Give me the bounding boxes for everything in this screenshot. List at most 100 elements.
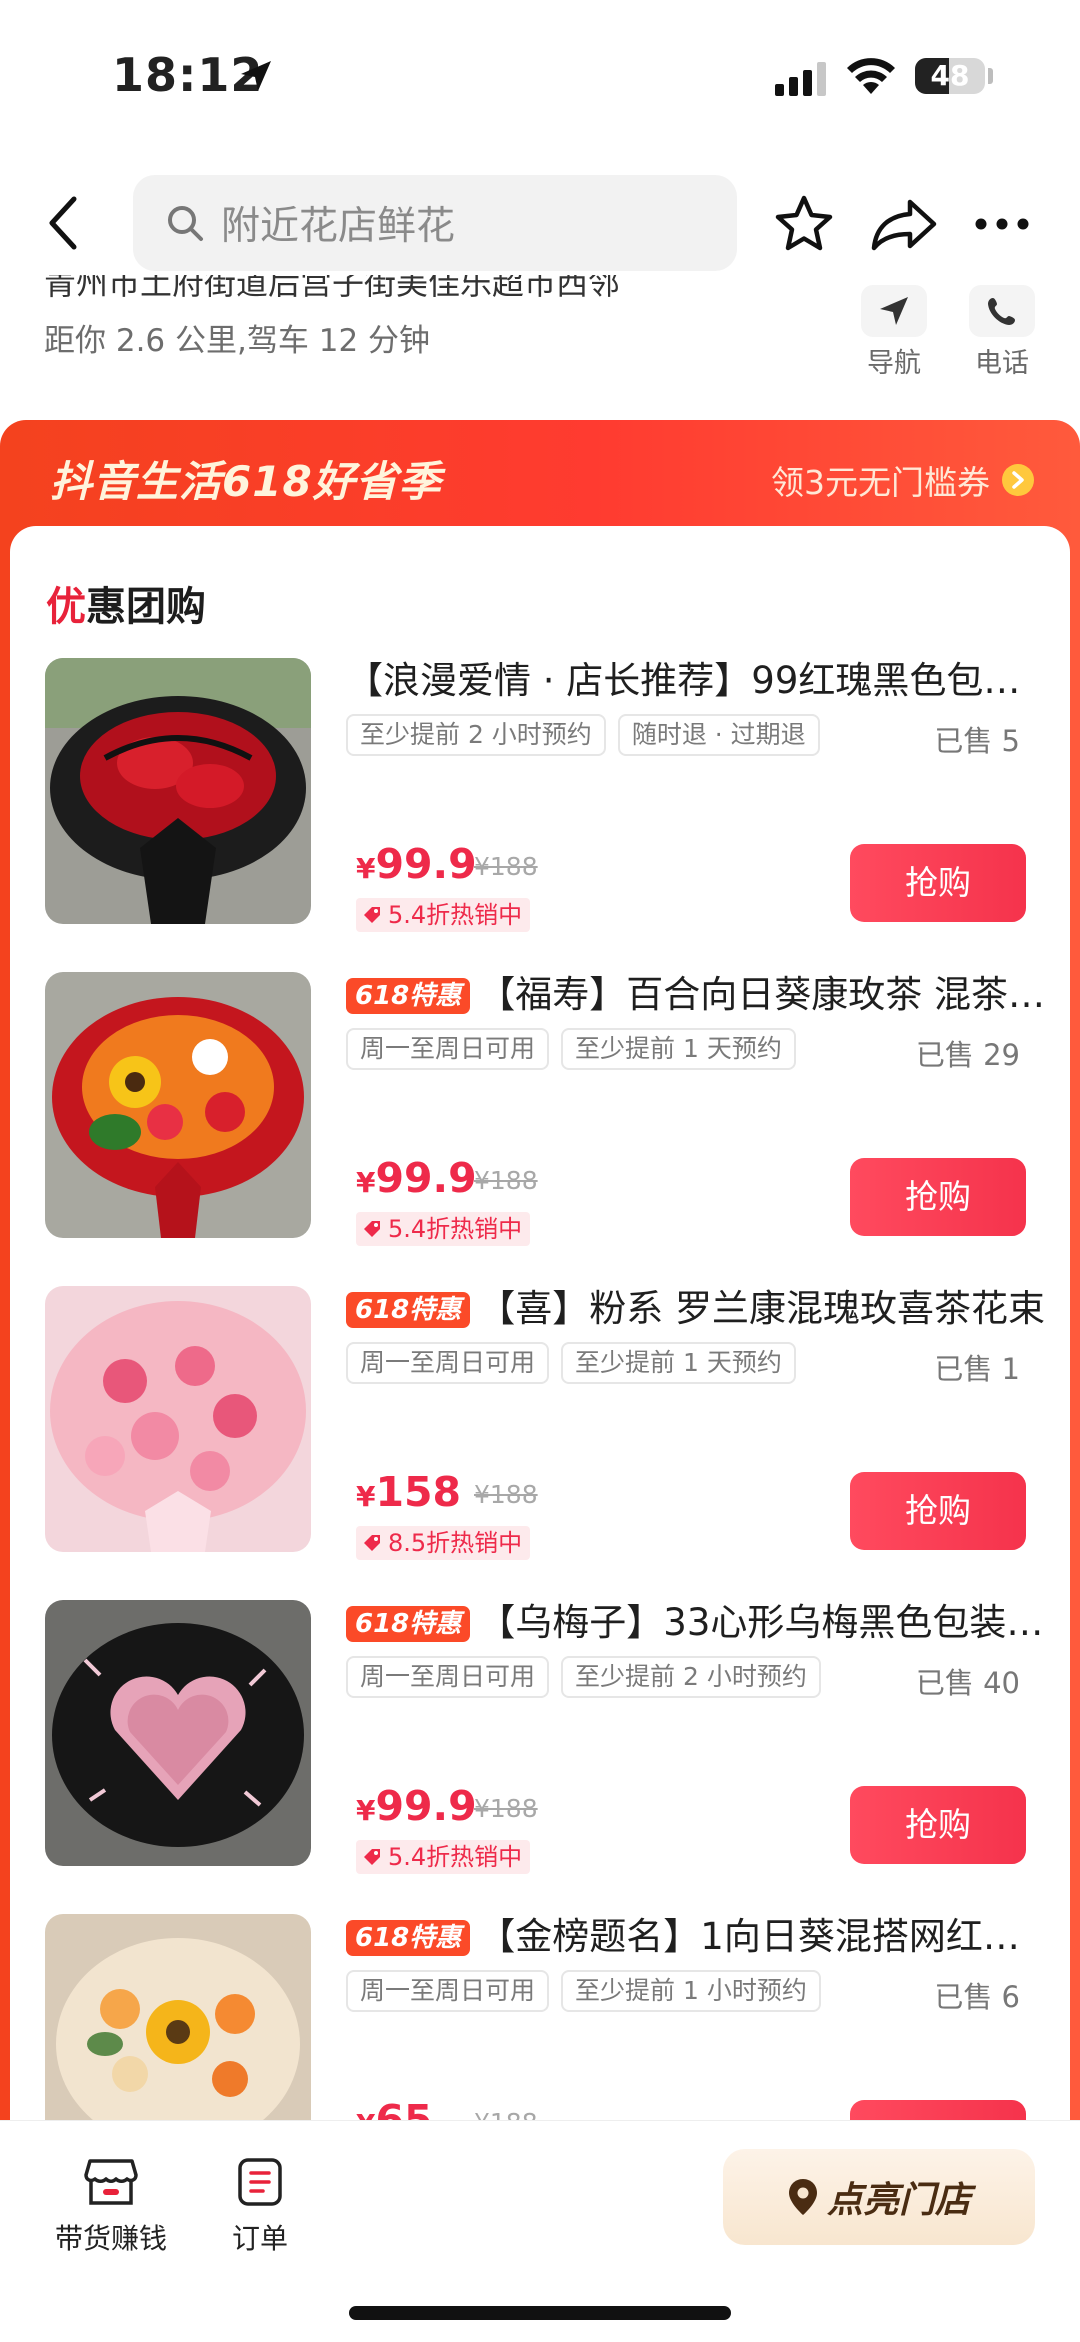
battery-nub [988,68,993,84]
navigation-button[interactable]: 导航 [852,285,936,385]
promo-badge: 618特惠 [346,1292,471,1328]
discount-text: 5.4折热销中 [388,1843,523,1871]
phone-button[interactable]: 电话 [960,285,1044,385]
price-value: 99.9 [375,840,477,888]
home-indicator [349,2306,731,2320]
original-price: ¥188 [474,1166,538,1195]
favorite-button[interactable] [768,188,840,260]
chevron-right-icon [1002,464,1034,496]
deal-title-text: 【金榜题名】1向日葵混搭网红花束 [478,1915,1046,1958]
deal-price: ¥99.9 [356,1154,477,1202]
tag-icon [362,1219,382,1239]
tag-icon [362,905,382,925]
deal-title: 618特惠【福寿】百合向日葵康玫茶 混茶玫瑰花束 [346,970,1046,1020]
store-address: 青州市土府街道后宫子街美佳乐超市西邻 [44,275,620,305]
store-info-card: 青州市土府街道后宫子街美佳乐超市西邻 距你 2.6 公里,驾车 12 分钟 导航… [0,275,1080,395]
discount-text: 8.5折热销中 [388,1529,523,1557]
orders-icon [220,2153,300,2211]
deal-tags: 周一至周日可用 至少提前 1 天预约 [346,1342,808,1384]
search-placeholder: 附近花店鲜花 [221,204,456,249]
phone-label: 电话 [975,348,1029,379]
deal-tags: 周一至周日可用 至少提前 2 小时预约 [346,1656,833,1698]
deal-title-text: 【喜】粉系 罗兰康混瑰玫喜茶花束 [478,1287,1046,1330]
original-price: ¥188 [474,852,538,881]
deal-tag: 至少提前 2 小时预约 [346,714,606,756]
coupon-link[interactable]: 领3元无门槛券 [771,456,1034,504]
wifi-icon [847,58,895,94]
deal-tag: 周一至周日可用 [346,1970,550,2012]
deal-title: 【浪漫爱情 · 店长推荐】99红瑰黑色包装花束 [346,656,1046,706]
store-distance: 距你 2.6 公里,驾车 12 分钟 [44,323,431,359]
status-bar: 18:12 48 [0,0,1080,150]
promo-badge: 618特惠 [346,1920,471,1956]
deal-item[interactable]: 618特惠 【喜】粉系 罗兰康混瑰玫喜茶花束 周一至周日可用 至少提前 1 天预约… [10,1282,1070,1596]
discount-badge: 8.5折热销中 [356,1526,531,1560]
chevron-left-icon [49,196,77,250]
deal-title-text: 【浪漫爱情 · 店长推荐】99红瑰黑色包装花束 [346,659,1046,702]
discount-badge: 5.4折热销中 [356,1212,531,1246]
cellular-signal-icon [775,62,826,96]
deal-item[interactable]: 【浪漫爱情 · 店长推荐】99红瑰黑色包装花束 至少提前 2 小时预约 随时退 … [10,654,1070,968]
battery-icon: 48 [915,58,985,94]
share-button[interactable] [866,188,942,260]
deal-tags: 周一至周日可用 至少提前 1 天预约 [346,1028,808,1070]
currency-symbol: ¥ [356,1794,376,1827]
light-up-store-button[interactable]: 点亮门店 [723,2149,1035,2245]
deal-price: ¥158 [356,1468,461,1516]
deal-tag: 周一至周日可用 [346,1342,550,1384]
section-title-rest: 惠团购 [86,584,206,630]
deal-tag: 至少提前 1 小时预约 [561,1970,821,2012]
section-title-accent: 优 [46,584,86,630]
map-pin-icon [788,2179,817,2215]
product-image [45,658,311,924]
deal-item[interactable]: 618特惠【福寿】百合向日葵康玫茶 混茶玫瑰花束 周一至周日可用 至少提前 1 … [10,968,1070,1282]
search-input[interactable]: 附近花店鲜花 [133,175,737,271]
tag-icon [362,1847,382,1867]
deal-title-text: 【福寿】百合向日葵康玫茶 混茶玫瑰花束 [478,973,1046,1016]
deal-title: 618特惠 【喜】粉系 罗兰康混瑰玫喜茶花束 [346,1284,1046,1334]
more-options-button[interactable] [966,188,1038,260]
promo-panel: 抖音生活618好省季 领3元无门槛券 优惠团购 【浪漫爱情 · 店长推荐】99红… [0,420,1080,2180]
buy-button[interactable]: 抢购 [850,1472,1026,1550]
back-button[interactable] [34,188,94,258]
discount-badge: 5.4折热销中 [356,1840,531,1874]
buy-button[interactable]: 抢购 [850,1786,1026,1864]
price-value: 158 [375,1468,462,1516]
group-buy-section: 优惠团购 【浪漫爱情 · 店长推荐】99红瑰黑色包装花束 至少提前 2 小时预约… [10,526,1070,2180]
deal-tag: 至少提前 2 小时预约 [561,1656,821,1698]
deal-title: 618特惠 【金榜题名】1向日葵混搭网红花束 [346,1912,1046,1962]
deal-title: 618特惠 【乌梅子】33心形乌梅黑色包装花束 [346,1598,1046,1648]
buy-button[interactable]: 抢购 [850,844,1026,922]
discount-badge: 5.4折热销中 [356,898,531,932]
earn-commission-tab[interactable]: 带货赚钱 [54,2153,168,2257]
deal-tag: 周一至周日可用 [346,1028,550,1070]
share-arrow-icon [871,199,937,251]
section-title: 优惠团购 [46,574,206,632]
search-icon [165,203,205,243]
buy-button[interactable]: 抢购 [850,1158,1026,1236]
location-arrow-icon [241,61,271,91]
storefront-icon [54,2153,168,2211]
deal-item[interactable]: 618特惠 【乌梅子】33心形乌梅黑色包装花束 周一至周日可用 至少提前 2 小时… [10,1596,1070,1910]
price-value: 99.9 [375,1154,477,1202]
store-address-text: 青州市土府街道后宫子街美佳乐超市西邻 [44,275,621,302]
more-dots-icon [975,218,1029,230]
currency-symbol: ¥ [356,852,376,885]
currency-symbol: ¥ [356,1480,376,1513]
currency-symbol: ¥ [356,1166,376,1199]
deal-title-text: 【乌梅子】33心形乌梅黑色包装花束 [478,1601,1046,1644]
orders-tab[interactable]: 订单 [220,2153,300,2257]
navigation-label: 导航 [867,348,921,379]
deal-tag: 至少提前 1 天预约 [561,1342,796,1384]
sold-count: 已售 40 [915,1666,1020,1700]
sold-count: 已售 5 [934,724,1020,758]
deal-tags: 至少提前 2 小时预约 随时退 · 过期退 [346,714,832,756]
coupon-text: 领3元无门槛券 [771,463,990,502]
promo-banner-title: 抖音生活618好省季 [50,457,442,506]
product-image [45,972,311,1238]
battery-percent: 48 [930,59,970,92]
tag-icon [362,1533,382,1553]
sold-count: 已售 6 [934,1980,1020,2014]
orders-label: 订单 [231,2222,288,2255]
discount-text: 5.4折热销中 [388,901,523,929]
